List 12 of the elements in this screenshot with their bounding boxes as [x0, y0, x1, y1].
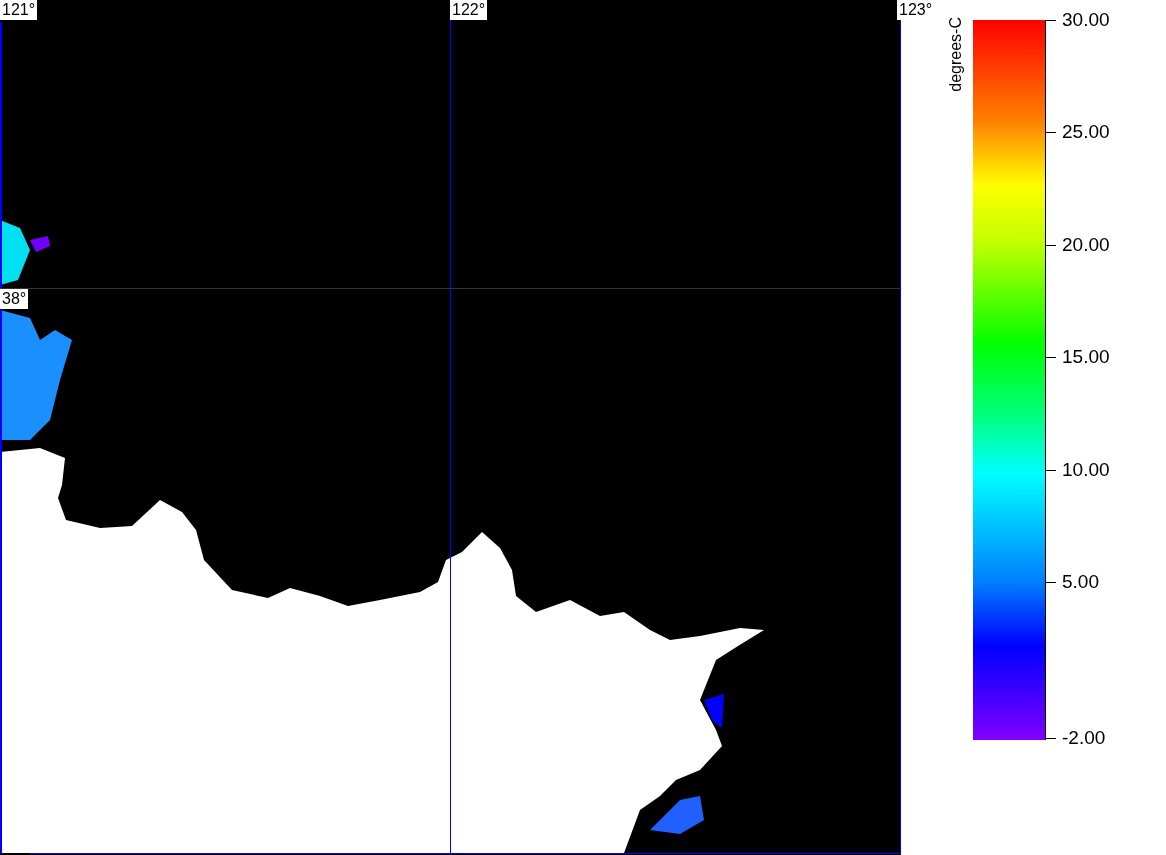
longitude-label: 121°: [0, 0, 38, 20]
tick-label: 25.00: [1062, 122, 1110, 143]
tick-label: 30.00: [1062, 10, 1110, 30]
longitude-label: 122°: [450, 0, 488, 20]
tick-label: 15.00: [1062, 347, 1110, 368]
tick-label: 20.00: [1062, 234, 1110, 255]
latitude-label: 38°: [0, 289, 29, 309]
longitude-label: 123°: [897, 0, 935, 20]
tick-label: -2.00: [1062, 727, 1106, 748]
tick-label: 5.00: [1062, 571, 1099, 592]
colorbar-title: degrees-C: [947, 17, 965, 92]
tick-label: 10.00: [1062, 459, 1110, 480]
